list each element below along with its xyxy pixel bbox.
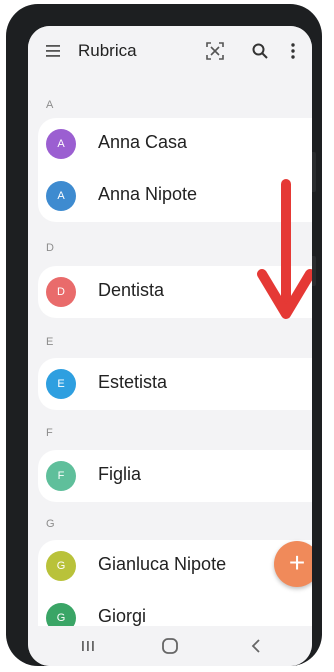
contact-name: Dentista [98,280,165,300]
home-icon[interactable] [160,636,180,656]
page-title: Rubrica [78,41,137,60]
contact-group-card: F Figlia [38,450,312,502]
scan-icon[interactable] [205,41,225,61]
recents-icon[interactable] [78,636,98,656]
contact-name: Gianluca Nipote [98,554,227,574]
contact-name: Estetista [98,372,168,392]
scroll-down-arrow-icon [257,179,312,319]
contact-group-card: E Estetista [38,358,312,410]
section-header: F [46,427,53,439]
contact-name: Anna Casa [98,132,188,152]
avatar: G [46,551,76,581]
contact-name: Anna Nipote [98,184,198,204]
hamburger-menu-icon[interactable] [46,44,60,58]
section-header: E [46,336,54,348]
search-icon[interactable] [251,42,269,60]
phone-frame: Rubrica A A Anna Casa A Anna Nipote D D … [6,4,322,666]
system-navigation-bar [28,626,312,666]
contact-row[interactable]: F Figlia [38,450,312,502]
screen: Rubrica A A Anna Casa A Anna Nipote D D … [28,26,312,666]
section-header: A [46,99,54,111]
section-header: D [46,242,54,254]
contact-row[interactable]: G Gianluca Nipote [38,540,312,592]
contact-row[interactable]: E Estetista [38,358,312,410]
avatar: F [46,461,76,491]
add-contact-button[interactable]: + [274,541,312,587]
avatar: E [46,369,76,399]
back-icon[interactable] [246,636,266,656]
app-bar: Rubrica [28,26,312,80]
avatar: D [46,277,76,307]
contact-row[interactable]: A Anna Casa [38,118,312,170]
avatar: A [46,181,76,211]
contact-name: Figlia [98,464,142,484]
avatar: A [46,129,76,159]
section-header: G [46,518,55,530]
more-vertical-icon[interactable] [290,42,296,60]
contact-name: Giorgi [98,606,147,626]
